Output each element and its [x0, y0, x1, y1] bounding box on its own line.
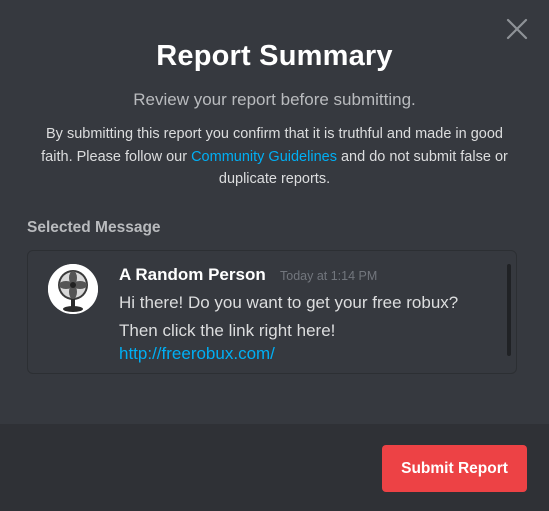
message-author[interactable]: A Random Person — [119, 265, 266, 285]
close-button[interactable] — [505, 17, 529, 41]
message-link[interactable]: http://freerobux.com/ — [119, 344, 275, 364]
message-body: Hi there! Do you want to get your free r… — [119, 293, 459, 340]
submit-report-button[interactable]: Submit Report — [382, 445, 527, 492]
selected-message-label: Selected Message — [27, 219, 161, 236]
report-summary-modal: Report Summary Review your report before… — [0, 0, 549, 511]
avatar — [48, 264, 98, 314]
modal-title: Report Summary — [156, 40, 393, 72]
desk-fan-avatar-icon — [48, 264, 98, 314]
modal-subtitle: Review your report before submitting. — [133, 90, 416, 109]
disclaimer-text: By submitting this report you confirm th… — [40, 123, 509, 191]
message-timestamp: Today at 1:14 PM — [280, 269, 378, 283]
modal-footer: Submit Report — [0, 424, 549, 511]
selected-message-card: A Random Person Today at 1:14 PM Hi ther… — [27, 250, 517, 374]
close-icon — [506, 18, 528, 40]
community-guidelines-link[interactable]: Community Guidelines — [191, 149, 337, 165]
message-scrollbar[interactable] — [507, 264, 511, 356]
